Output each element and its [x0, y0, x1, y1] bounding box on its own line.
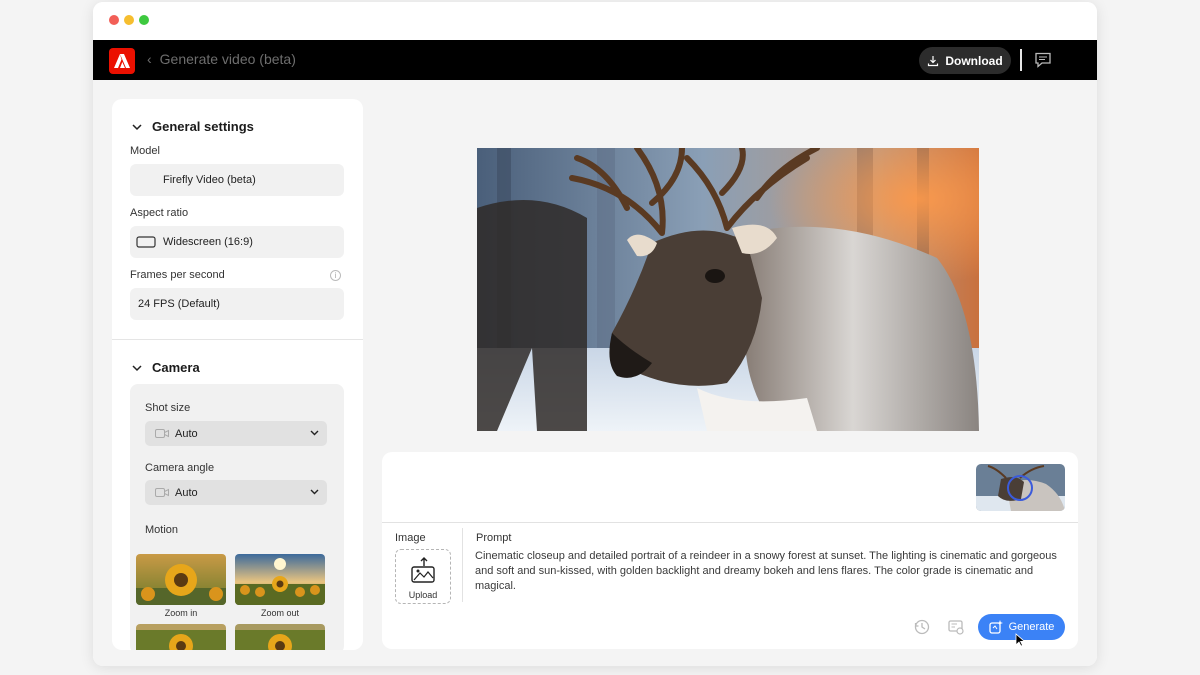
prompt-input[interactable]: Cinematic closeup and detailed portrait …: [475, 549, 1069, 594]
widescreen-icon: [136, 236, 156, 248]
camera-title: Camera: [152, 360, 200, 375]
app-header: ‹ Generate video (beta) Download: [93, 40, 1097, 80]
generated-video-thumbnail[interactable]: [976, 464, 1065, 511]
model-select[interactable]: Firefly Video (beta): [130, 164, 344, 196]
upload-button[interactable]: Upload: [395, 549, 451, 604]
upload-image-icon: [411, 557, 435, 583]
panel-divider: [382, 522, 1078, 523]
history-icon[interactable]: [913, 618, 931, 636]
main-content: General settings Model Firefly Video (be…: [93, 80, 1097, 666]
upload-label: Upload: [408, 590, 438, 600]
chevron-down-icon: [310, 489, 319, 495]
download-icon: [928, 55, 939, 66]
prompt-panel: Image Upload Prompt Cinematic closeup an…: [382, 452, 1078, 649]
motion-label-zoom-out: Zoom out: [260, 608, 300, 618]
info-icon[interactable]: i: [330, 270, 341, 281]
image-label: Image: [395, 532, 426, 544]
motion-label: Motion: [145, 524, 179, 536]
fps-select[interactable]: 24 FPS (Default): [130, 288, 344, 320]
app-window: ‹ Generate video (beta) Download General…: [93, 2, 1097, 666]
chevron-down-icon: [132, 123, 142, 130]
video-preview[interactable]: [477, 148, 979, 431]
minimize-window-button[interactable]: [124, 15, 134, 25]
field-divider: [462, 528, 463, 602]
motion-thumbnail[interactable]: [235, 624, 325, 650]
camera-angle-label: Camera angle: [145, 462, 215, 474]
camera-icon: [155, 429, 169, 438]
feedback-icon[interactable]: [1034, 52, 1052, 68]
generate-label: Generate: [1008, 621, 1055, 633]
shot-size-label: Shot size: [145, 402, 191, 414]
camera-header[interactable]: Camera: [132, 360, 200, 375]
motion-thumbnail[interactable]: [136, 624, 226, 650]
prompt-label: Prompt: [476, 532, 512, 544]
generate-sparkle-icon: [988, 620, 1003, 634]
mouse-cursor-icon: [1015, 633, 1025, 647]
model-value: Firefly Video (beta): [163, 174, 256, 186]
motion-zoom-out-thumbnail[interactable]: [235, 554, 325, 605]
close-window-button[interactable]: [109, 15, 119, 25]
model-label: Model: [130, 145, 160, 157]
camera-settings-card: Shot size Auto Camera angle Auto Motion: [130, 384, 344, 650]
section-divider: [112, 339, 363, 340]
fps-label: Frames per second: [130, 269, 225, 281]
motion-zoom-in-thumbnail[interactable]: [136, 554, 226, 605]
camera-angle-dropdown[interactable]: Auto: [145, 480, 327, 505]
fps-value: 24 FPS (Default): [138, 298, 220, 310]
aspect-ratio-select[interactable]: Widescreen (16:9): [130, 226, 344, 258]
camera-icon: [155, 488, 169, 497]
back-button[interactable]: ‹ Generate video (beta): [147, 51, 296, 67]
camera-angle-value: Auto: [175, 486, 198, 499]
shot-size-dropdown[interactable]: Auto: [145, 421, 327, 446]
aspect-ratio-label: Aspect ratio: [130, 207, 189, 219]
chevron-down-icon: [310, 430, 319, 436]
aspect-ratio-value: Widescreen (16:9): [163, 236, 253, 248]
chevron-left-icon: ‹: [147, 51, 152, 67]
header-divider: [1020, 49, 1022, 71]
motion-label-zoom-in: Zoom in: [164, 608, 198, 618]
download-label: Download: [945, 53, 1003, 68]
chevron-down-icon: [132, 364, 142, 371]
general-settings-header[interactable]: General settings: [132, 119, 254, 134]
adobe-logo-icon[interactable]: [109, 48, 135, 74]
settings-sidebar: General settings Model Firefly Video (be…: [112, 99, 363, 650]
shot-size-value: Auto: [175, 427, 198, 440]
page-title: Generate video (beta): [159, 51, 296, 67]
download-button[interactable]: Download: [919, 47, 1011, 74]
maximize-window-button[interactable]: [139, 15, 149, 25]
window-titlebar: [93, 2, 1097, 40]
prompt-settings-icon[interactable]: [947, 618, 965, 636]
general-settings-title: General settings: [152, 119, 254, 134]
